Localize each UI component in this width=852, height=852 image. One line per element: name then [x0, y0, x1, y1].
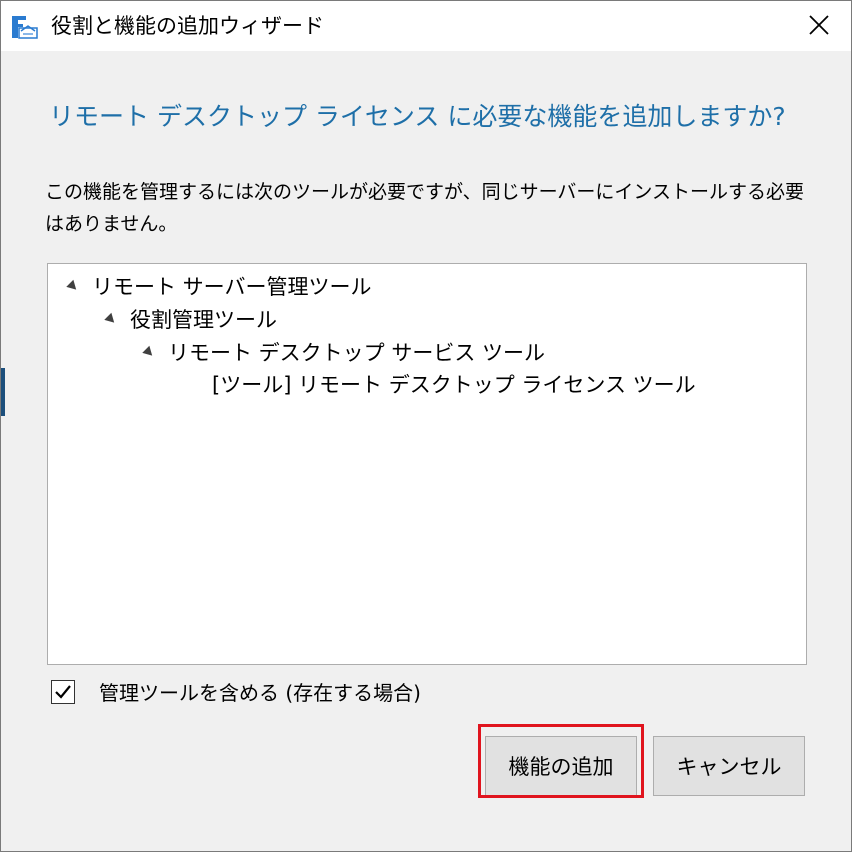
tree-node-role-admin-tools[interactable]: 役割管理ツール	[104, 303, 277, 335]
tree-node-rds-tools[interactable]: リモート デスクトップ サービス ツール	[142, 336, 546, 368]
wizard-window: 役割と機能の追加ウィザード リモート デスクトップ ライセンス に必要な機能を追…	[0, 0, 852, 852]
highlight-annotation	[478, 724, 644, 798]
window-title: 役割と機能の追加ウィザード	[51, 14, 324, 38]
expand-triangle-icon[interactable]	[104, 312, 118, 326]
title-bar[interactable]: 役割と機能の追加ウィザード	[1, 1, 851, 51]
include-management-tools-option[interactable]: 管理ツールを含める (存在する場合)	[51, 677, 421, 706]
cancel-button[interactable]: キャンセル	[653, 736, 805, 796]
close-button[interactable]	[799, 9, 839, 45]
tree-node-rsat[interactable]: リモート サーバー管理ツール	[66, 270, 372, 302]
expand-triangle-icon[interactable]	[142, 345, 156, 359]
tree-node-label: リモート サーバー管理ツール	[92, 275, 372, 299]
dialog-heading: リモート デスクトップ ライセンス に必要な機能を追加しますか?	[49, 102, 786, 131]
required-features-tree[interactable]: リモート サーバー管理ツール 役割管理ツール リモート デスクトップ サービス …	[47, 263, 807, 665]
tree-node-label: [ツール] リモート デスクトップ ライセンス ツール	[212, 373, 696, 397]
dialog-description: この機能を管理するには次のツールが必要ですが、同じサーバーにインストールする必要…	[45, 181, 805, 235]
tree-node-rd-licensing-tools[interactable]: [ツール] リモート デスクトップ ライセンス ツール	[212, 368, 696, 400]
tree-node-label: 役割管理ツール	[130, 308, 277, 332]
background-window-edge	[1, 368, 5, 416]
close-icon	[808, 14, 830, 40]
expand-triangle-icon[interactable]	[66, 279, 80, 293]
include-tools-checkbox[interactable]	[51, 679, 75, 704]
server-manager-icon	[11, 14, 39, 40]
tree-node-label: リモート デスクトップ サービス ツール	[168, 341, 546, 365]
include-tools-label[interactable]: 管理ツールを含める (存在する場合)	[99, 677, 421, 706]
checkmark-icon	[55, 684, 71, 699]
